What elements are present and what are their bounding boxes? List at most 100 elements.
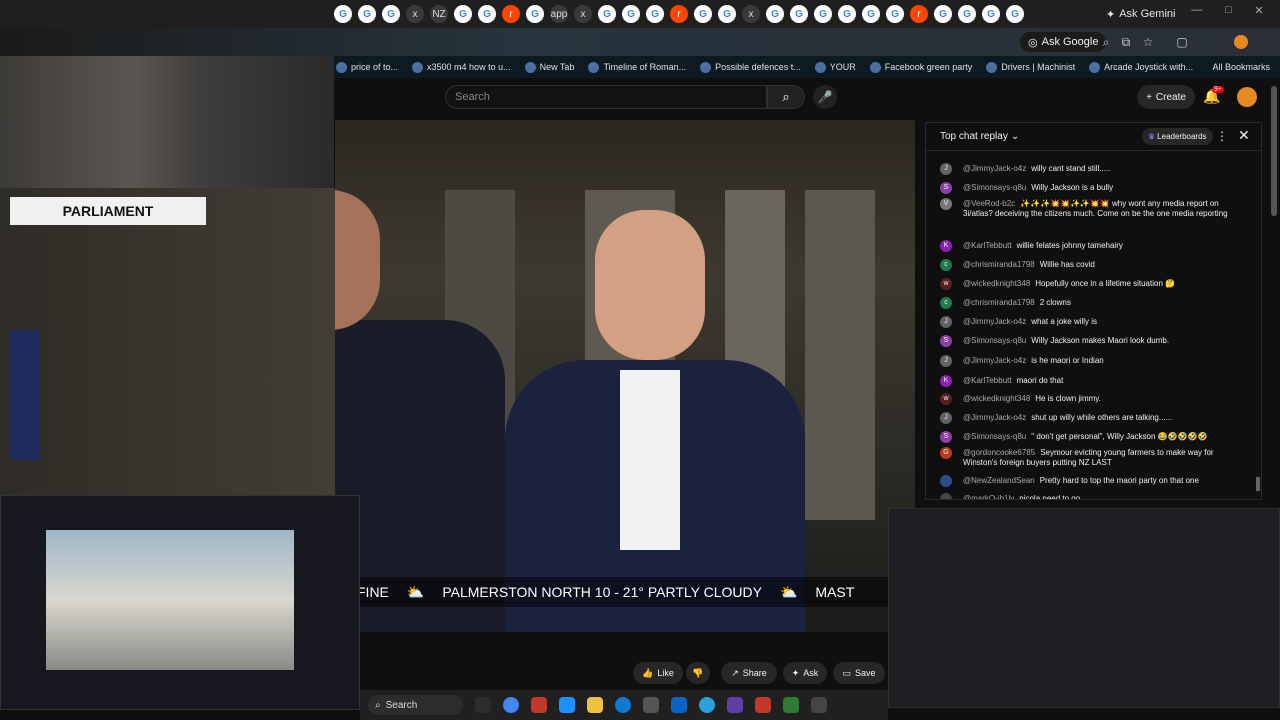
browser-tab[interactable]: G — [478, 5, 496, 23]
chevron-down-icon[interactable]: ⌄ — [1011, 131, 1019, 142]
outlook-icon[interactable] — [671, 697, 687, 713]
browser-tab[interactable]: G — [958, 5, 976, 23]
bookmark-star-icon[interactable]: ☆ — [1141, 35, 1155, 49]
create-button[interactable]: + Create — [1137, 85, 1195, 109]
avatar[interactable]: w — [940, 393, 952, 405]
avatar[interactable]: J — [940, 163, 952, 175]
bookmark-item[interactable]: YOUR — [814, 61, 856, 73]
chat-author[interactable]: @Simonsays-q8u — [963, 432, 1026, 441]
chat-author[interactable]: @chrismiranda1798 — [963, 298, 1035, 307]
voice-search-button[interactable]: 🎤 — [813, 85, 837, 109]
chat-author[interactable]: @chrismiranda1798 — [963, 260, 1035, 269]
browser-tab[interactable]: G — [526, 5, 544, 23]
avatar[interactable]: S — [940, 431, 952, 443]
browser-tab[interactable]: x — [406, 5, 424, 23]
app-icon[interactable] — [559, 697, 575, 713]
browser-tab[interactable]: x — [742, 5, 760, 23]
like-button[interactable]: 👍 Like — [633, 662, 683, 684]
browser-tab[interactable]: NZ — [430, 5, 448, 23]
chat-author[interactable]: @JimmyJack-o4z — [963, 356, 1026, 365]
browser-tab[interactable]: G — [766, 5, 784, 23]
avatar[interactable] — [940, 475, 952, 487]
chat-author[interactable]: @KarlTebbutt — [963, 241, 1012, 250]
chat-title[interactable]: Top chat replay — [940, 131, 1008, 142]
chat-author[interactable]: @markO-ib1lv — [963, 494, 1014, 499]
minimize-icon[interactable]: — — [1191, 4, 1202, 22]
bookmark-item[interactable]: x3500 m4 how to u... — [412, 61, 511, 73]
bookmark-item[interactable]: Facebook green party — [869, 61, 972, 73]
browser-tab[interactable]: G — [934, 5, 952, 23]
avatar[interactable]: J — [940, 412, 952, 424]
browser-tab[interactable]: r — [910, 5, 928, 23]
app-icon[interactable] — [531, 697, 547, 713]
task-view-icon[interactable] — [475, 697, 491, 713]
browser-tab[interactable]: G — [646, 5, 664, 23]
avatar[interactable]: K — [940, 375, 952, 387]
chat-author[interactable]: @VeeRod-b2c — [963, 199, 1015, 208]
browser-tab[interactable]: G — [454, 5, 472, 23]
avatar[interactable]: J — [940, 355, 952, 367]
zoom-icon[interactable]: ⌕ — [1099, 35, 1113, 49]
maximize-icon[interactable]: □ — [1225, 4, 1232, 22]
chat-author[interactable]: @gordoncooke6785 — [963, 448, 1035, 457]
chat-author[interactable]: @NewZealandSean — [963, 476, 1035, 485]
avatar[interactable]: c — [940, 297, 952, 309]
scroll-thumb[interactable] — [1256, 477, 1260, 491]
browser-tab[interactable]: G — [790, 5, 808, 23]
chat-author[interactable]: @KarlTebbutt — [963, 376, 1012, 385]
taskbar-search[interactable]: ⌕ Search — [368, 695, 463, 715]
edge-icon[interactable] — [615, 697, 631, 713]
chat-author[interactable]: @wickedknight348 — [963, 279, 1030, 288]
chat-author[interactable]: @Simonsays-q8u — [963, 336, 1026, 345]
browser-tab[interactable]: G — [838, 5, 856, 23]
ask-google-button[interactable]: ◎ Ask Google — [1020, 32, 1107, 52]
share-button[interactable]: ↗ Share — [721, 662, 777, 684]
avatar[interactable]: V — [940, 198, 952, 210]
dislike-button[interactable]: 👎 — [686, 662, 710, 684]
avatar[interactable]: G — [940, 447, 952, 459]
browser-tab[interactable]: G — [862, 5, 880, 23]
save-button[interactable]: ▭ Save — [833, 662, 885, 684]
browser-tab[interactable]: G — [694, 5, 712, 23]
close-icon[interactable]: ✕ — [1238, 127, 1250, 144]
chrome-icon[interactable] — [503, 697, 519, 713]
browser-tab[interactable]: G — [718, 5, 736, 23]
bookmark-item[interactable]: Drivers | Machinist — [986, 61, 1075, 73]
ask-gemini-button[interactable]: ✦ Ask Gemini — [1106, 5, 1175, 23]
app-icon[interactable] — [755, 697, 771, 713]
browser-tab[interactable]: app — [550, 5, 568, 23]
browser-tab[interactable]: r — [670, 5, 688, 23]
avatar[interactable] — [940, 493, 952, 499]
telegram-icon[interactable] — [699, 697, 715, 713]
bookmark-item[interactable]: New Tab — [524, 61, 574, 73]
app-icon[interactable] — [783, 697, 799, 713]
bookmark-item[interactable]: Timeline of Roman... — [588, 61, 686, 73]
browser-tab[interactable]: G — [1006, 5, 1024, 23]
browser-tab[interactable]: G — [598, 5, 616, 23]
avatar[interactable]: c — [940, 259, 952, 271]
avatar[interactable]: S — [940, 335, 952, 347]
video-player[interactable] — [335, 120, 915, 632]
store-icon[interactable] — [643, 697, 659, 713]
chat-author[interactable]: @Simonsays-q8u — [963, 183, 1026, 192]
bookmark-item[interactable]: Arcade Joystick with... — [1089, 61, 1193, 73]
folder-icon[interactable] — [587, 697, 603, 713]
avatar[interactable]: K — [940, 240, 952, 252]
search-input[interactable]: Search — [445, 85, 767, 109]
avatar[interactable] — [1237, 87, 1257, 107]
chat-author[interactable]: @JimmyJack-o4z — [963, 164, 1026, 173]
search-button[interactable]: ⌕ — [767, 85, 805, 109]
avatar[interactable]: S — [940, 182, 952, 194]
chat-author[interactable]: @wickedknight348 — [963, 394, 1030, 403]
more-options-icon[interactable]: ⋮ — [1216, 129, 1228, 143]
ask-button[interactable]: ✦ Ask — [783, 662, 827, 684]
extensions-icon[interactable]: ▢ — [1175, 35, 1189, 49]
browser-tab[interactable]: G — [358, 5, 376, 23]
page-scrollbar[interactable] — [1271, 86, 1277, 216]
browser-tab[interactable]: G — [982, 5, 1000, 23]
app-icon[interactable] — [811, 697, 827, 713]
browser-tab[interactable]: G — [622, 5, 640, 23]
bookmark-item[interactable]: price of to... — [336, 61, 398, 73]
all-bookmarks-button[interactable]: All Bookmarks — [1212, 62, 1270, 72]
bookmark-item[interactable]: Possible defences t... — [700, 61, 801, 73]
